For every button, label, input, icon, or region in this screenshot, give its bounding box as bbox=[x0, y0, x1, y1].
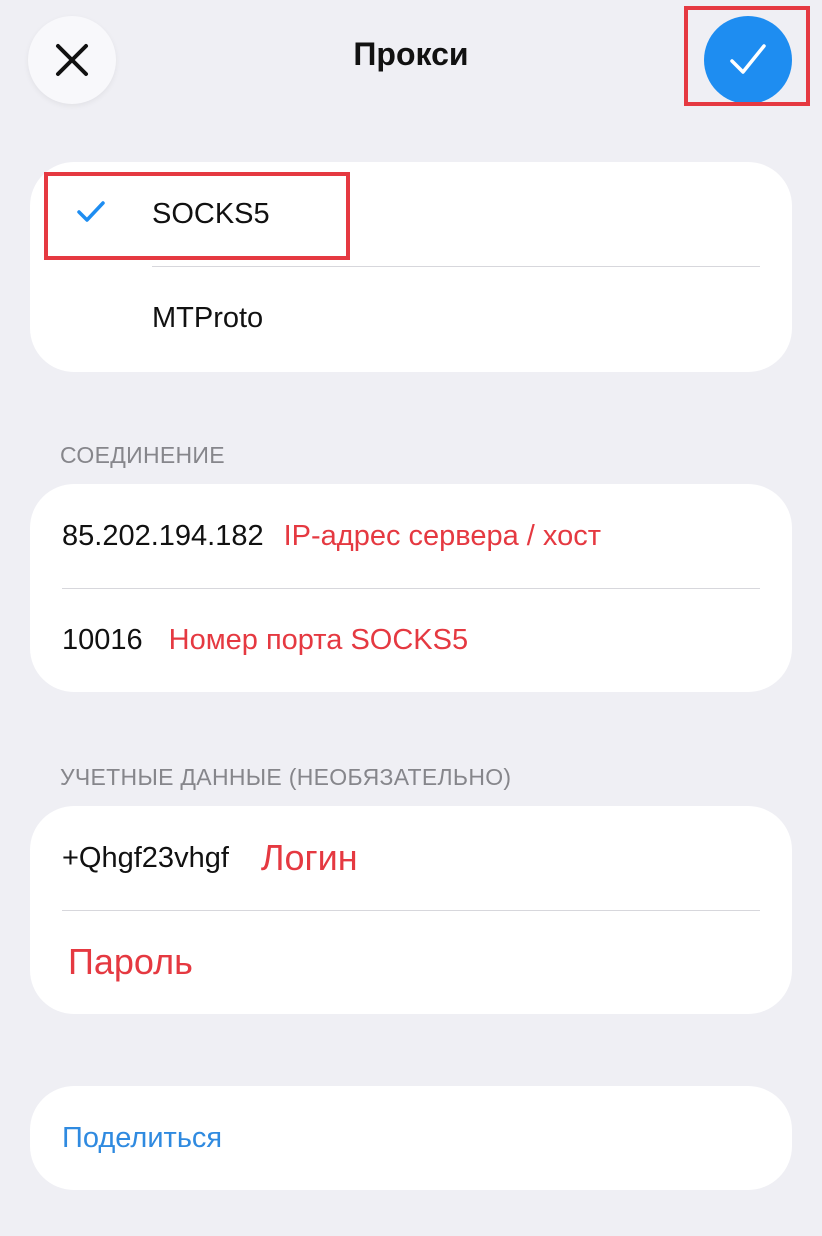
login-field[interactable]: +Qhgf23vhgf Логин bbox=[30, 806, 792, 910]
proxy-type-card: SOCKS5 MTProto bbox=[30, 162, 792, 372]
share-link[interactable]: Поделиться bbox=[62, 1122, 222, 1155]
section-header-credentials: УЧЕТНЫЕ ДАННЫЕ (НЕОБЯЗАТЕЛЬНО) bbox=[60, 764, 512, 790]
page-title: Прокси bbox=[353, 36, 469, 72]
server-input-value[interactable]: 85.202.194.182 bbox=[62, 520, 264, 553]
port-field[interactable]: 10016 Номер порта SOCKS5 bbox=[30, 588, 792, 692]
port-input-value[interactable]: 10016 bbox=[62, 624, 143, 657]
option-socks5-label: SOCKS5 bbox=[152, 198, 270, 230]
selected-check-icon bbox=[77, 201, 105, 222]
connection-card: 85.202.194.182 IP-адрес сервера / хост 1… bbox=[30, 484, 792, 692]
option-socks5[interactable] bbox=[30, 162, 792, 266]
server-field[interactable]: 85.202.194.182 IP-адрес сервера / хост bbox=[30, 484, 792, 588]
share-card[interactable]: Поделиться bbox=[30, 1086, 792, 1190]
server-annotation: IP-адрес сервера / хост bbox=[283, 519, 601, 552]
password-field[interactable]: Пароль bbox=[30, 910, 792, 1014]
option-mtproto[interactable] bbox=[30, 266, 792, 370]
password-annotation: Пароль bbox=[68, 941, 193, 982]
section-header-connection: СОЕДИНЕНИЕ bbox=[60, 442, 225, 468]
credentials-card: +Qhgf23vhgf Логин Пароль bbox=[30, 806, 792, 1014]
option-mtproto-label: MTProto bbox=[152, 302, 264, 334]
port-annotation: Номер порта SOCKS5 bbox=[168, 623, 469, 656]
checkmark-icon bbox=[730, 44, 766, 74]
login-input-value[interactable]: +Qhgf23vhgf bbox=[62, 842, 229, 875]
confirm-button[interactable] bbox=[704, 16, 792, 104]
login-annotation: Логин bbox=[260, 837, 358, 878]
